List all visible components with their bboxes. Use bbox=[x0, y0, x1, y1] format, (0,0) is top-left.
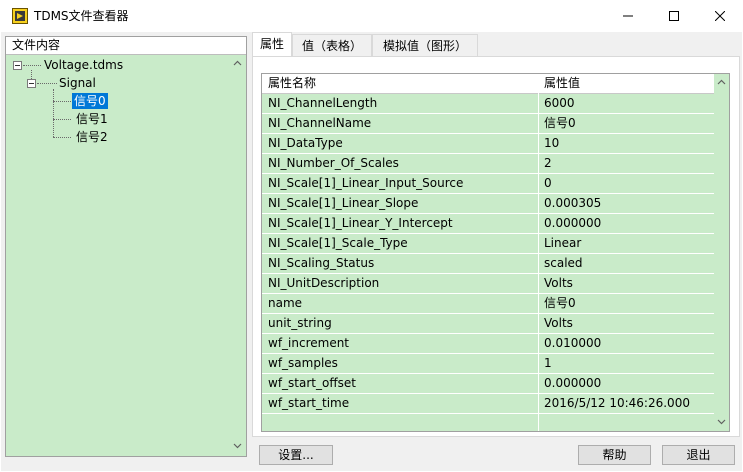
table-row[interactable]: wf_increment 0.010000 bbox=[262, 334, 715, 354]
tree-line bbox=[53, 119, 71, 120]
property-name-cell: NI_Scale[1]_Linear_Input_Source bbox=[268, 176, 464, 190]
scroll-down-icon[interactable] bbox=[717, 417, 726, 426]
file-tree[interactable]: Voltage.tdms Signal 信号0 信号1 信号2 bbox=[6, 55, 246, 456]
client-area: 文件内容 Voltage.tdms Signal 信号0 信号1 信号2 属性 … bbox=[1, 32, 742, 471]
tree-scrollbar[interactable] bbox=[229, 55, 246, 456]
title-bar: TDMS文件查看器 bbox=[0, 0, 743, 32]
table-row[interactable]: NI_Scale[1]_Linear_Input_Source 0 bbox=[262, 174, 715, 194]
property-name-cell: NI_ChannelName bbox=[268, 116, 372, 130]
table-row[interactable]: name 信号0 bbox=[262, 294, 715, 314]
property-value-cell: 0.010000 bbox=[544, 336, 602, 350]
tree-node-channel-1[interactable]: 信号1 bbox=[76, 111, 108, 127]
window-title: TDMS文件查看器 bbox=[34, 9, 129, 23]
exit-button[interactable]: 退出 bbox=[662, 445, 735, 465]
property-name-cell: wf_start_offset bbox=[268, 376, 356, 390]
tree-line bbox=[37, 83, 57, 84]
property-name-cell: unit_string bbox=[268, 316, 332, 330]
minimize-icon bbox=[623, 15, 633, 17]
close-button[interactable] bbox=[697, 0, 743, 32]
property-value-cell: 信号0 bbox=[544, 116, 576, 130]
property-value-cell: Volts bbox=[544, 276, 573, 290]
tab-values-table[interactable]: 值（表格） bbox=[292, 34, 372, 56]
property-name-cell: wf_start_time bbox=[268, 396, 350, 410]
scroll-up-icon[interactable] bbox=[233, 59, 242, 68]
property-value-cell: 0.000000 bbox=[544, 216, 602, 230]
property-name-cell: NI_Scale[1]_Linear_Y_Intercept bbox=[268, 216, 453, 230]
property-name-cell: NI_Number_Of_Scales bbox=[268, 156, 399, 170]
property-value-cell: 0.000305 bbox=[544, 196, 602, 210]
property-name-cell: NI_DataType bbox=[268, 136, 343, 150]
tree-line bbox=[53, 101, 71, 102]
table-header: 属性名称 属性值 bbox=[262, 74, 715, 94]
scroll-up-icon[interactable] bbox=[717, 78, 726, 87]
properties-table[interactable]: 属性名称 属性值 NI_ChannelLength 6000 NI_ChannelN… bbox=[261, 73, 730, 432]
property-value-cell: Volts bbox=[544, 316, 573, 330]
tab-label: 属性 bbox=[259, 37, 284, 51]
collapse-icon[interactable] bbox=[13, 61, 22, 70]
tree-line bbox=[53, 137, 71, 138]
tree-node-group[interactable]: Signal bbox=[59, 75, 96, 91]
tree-header: 文件内容 bbox=[6, 37, 246, 55]
column-header-name[interactable]: 属性名称 bbox=[268, 74, 536, 93]
property-name-cell: NI_Scaling_Status bbox=[268, 256, 375, 270]
property-name-cell: NI_Scale[1]_Scale_Type bbox=[268, 236, 408, 250]
maximize-icon bbox=[669, 11, 679, 21]
property-value-cell: 10 bbox=[544, 136, 560, 150]
minimize-button[interactable] bbox=[605, 0, 651, 32]
table-row[interactable]: NI_Scaling_Status scaled bbox=[262, 254, 715, 274]
properties-tab-panel: 属性名称 属性值 NI_ChannelLength 6000 NI_ChannelN… bbox=[252, 56, 740, 437]
property-value-cell: 0.000000 bbox=[544, 376, 602, 390]
property-value-cell: 6000 bbox=[544, 96, 575, 110]
tab-properties[interactable]: 属性 bbox=[252, 32, 292, 57]
table-row[interactable]: unit_string Volts bbox=[262, 314, 715, 334]
table-row[interactable]: NI_Scale[1]_Linear_Y_Intercept 0.000000 bbox=[262, 214, 715, 234]
tree-node-file[interactable]: Voltage.tdms bbox=[44, 57, 123, 73]
table-row[interactable]: NI_Scale[1]_Linear_Slope 0.000305 bbox=[262, 194, 715, 214]
table-row[interactable]: NI_Scale[1]_Scale_Type Linear bbox=[262, 234, 715, 254]
file-tree-panel: 文件内容 Voltage.tdms Signal 信号0 信号1 信号2 bbox=[5, 36, 247, 457]
property-name-cell: NI_Scale[1]_Linear_Slope bbox=[268, 196, 419, 210]
property-value-cell: 信号0 bbox=[544, 296, 576, 310]
column-divider bbox=[538, 74, 539, 431]
table-row[interactable]: wf_samples 1 bbox=[262, 354, 715, 374]
property-name-cell: wf_increment bbox=[268, 336, 350, 350]
property-value-cell: 1 bbox=[544, 356, 552, 370]
help-button[interactable]: 帮助 bbox=[578, 445, 651, 465]
tab-analog-graph[interactable]: 模拟值（图形） bbox=[372, 34, 478, 56]
table-scrollbar[interactable] bbox=[714, 74, 729, 431]
property-name-cell: wf_samples bbox=[268, 356, 338, 370]
tab-label: 模拟值（图形） bbox=[382, 39, 467, 53]
table-row[interactable]: NI_ChannelLength 6000 bbox=[262, 94, 715, 114]
property-value-cell: scaled bbox=[544, 256, 583, 270]
property-name-cell: NI_UnitDescription bbox=[268, 276, 380, 290]
tree-node-channel-2[interactable]: 信号2 bbox=[76, 129, 108, 145]
table-row[interactable]: NI_Number_Of_Scales 2 bbox=[262, 154, 715, 174]
tree-header-label: 文件内容 bbox=[12, 38, 61, 52]
table-row[interactable]: NI_DataType 10 bbox=[262, 134, 715, 154]
table-row[interactable]: NI_ChannelName 信号0 bbox=[262, 114, 715, 134]
property-value-cell: 2016/5/12 10:46:26.000 bbox=[544, 396, 690, 410]
property-name-cell: NI_ChannelLength bbox=[268, 96, 378, 110]
labview-app-icon bbox=[12, 8, 28, 24]
collapse-icon[interactable] bbox=[27, 79, 36, 88]
tree-node-channel-0[interactable]: 信号0 bbox=[72, 93, 108, 109]
property-value-cell: 2 bbox=[544, 156, 552, 170]
settings-button[interactable]: 设置... bbox=[259, 445, 333, 465]
column-header-value[interactable]: 属性值 bbox=[544, 74, 712, 93]
tree-line bbox=[53, 89, 54, 137]
close-icon bbox=[715, 11, 725, 21]
property-value-cell: 0 bbox=[544, 176, 552, 190]
property-name-cell: name bbox=[268, 296, 303, 310]
table-row[interactable]: wf_start_offset 0.000000 bbox=[262, 374, 715, 394]
maximize-button[interactable] bbox=[651, 0, 697, 32]
tree-line bbox=[23, 65, 41, 66]
property-value-cell: Linear bbox=[544, 236, 582, 250]
table-row[interactable]: wf_start_time 2016/5/12 10:46:26.000 bbox=[262, 394, 715, 414]
scroll-down-icon[interactable] bbox=[233, 441, 242, 450]
tab-label: 值（表格） bbox=[301, 39, 362, 53]
table-row[interactable]: NI_UnitDescription Volts bbox=[262, 274, 715, 294]
